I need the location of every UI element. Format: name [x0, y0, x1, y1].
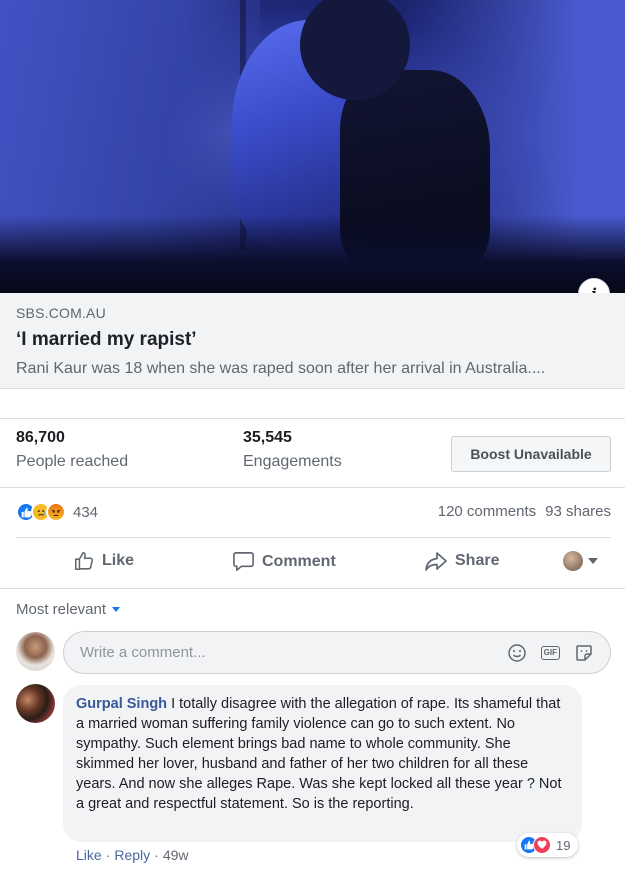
comment-placeholder: Write a comment...	[80, 644, 206, 661]
engagement-counts: 120 comments 93 shares	[438, 503, 611, 520]
comment-label: Comment	[262, 552, 336, 570]
link-preview-meta[interactable]: SBS.COM.AU ‘I married my rapist’ Rani Ka…	[0, 293, 625, 389]
sort-label: Most relevant	[16, 601, 107, 618]
comment-reactions[interactable]: 19	[517, 833, 579, 857]
reaction-summary[interactable]: 434	[16, 498, 98, 526]
like-button[interactable]: Like	[73, 550, 134, 572]
engagements-stat[interactable]: 35,545 Engagements	[243, 429, 342, 471]
sticker-icon[interactable]	[574, 643, 594, 663]
audience-selector[interactable]	[563, 551, 598, 571]
reach-label: People reached	[16, 453, 129, 470]
love-reaction-icon	[533, 836, 551, 854]
reach-stat[interactable]: 86,700 People reached	[16, 429, 128, 471]
gif-icon[interactable]: GIF	[540, 645, 560, 660]
comment-reply-link[interactable]: Reply	[114, 847, 150, 863]
engagements-label: Engagements	[243, 453, 342, 470]
share-icon	[425, 552, 447, 571]
link-description: Rani Kaur was 18 when she was raped soon…	[16, 360, 546, 377]
thumbs-up-icon	[74, 551, 93, 571]
comment-text: I totally disagree with the allegation o…	[76, 696, 562, 812]
reaction-count: 434	[73, 503, 99, 521]
like-label: Like	[102, 552, 135, 569]
profile-avatar-icon	[563, 551, 583, 571]
divider	[0, 487, 625, 488]
chevron-down-icon	[112, 607, 121, 612]
commenter-avatar[interactable]	[16, 684, 55, 723]
comment-icon	[233, 552, 254, 571]
comment-author[interactable]: Gurpal Singh	[76, 696, 167, 712]
engagements-value: 35,545	[243, 429, 292, 446]
separator: ·	[154, 847, 159, 863]
post-insights: 86,700 People reached 35,545 Engagements…	[0, 419, 625, 487]
link-title[interactable]: ‘I married my rapist’	[16, 329, 609, 351]
link-preview-image[interactable]	[0, 0, 625, 293]
emoji-icon[interactable]	[507, 643, 527, 663]
share-label: Share	[455, 552, 500, 569]
comment-input[interactable]: Write a comment... GIF	[63, 631, 611, 674]
shares-count[interactable]: 93 shares	[545, 503, 611, 520]
link-domain: SBS.COM.AU	[16, 305, 106, 321]
reach-value: 86,700	[16, 429, 65, 446]
share-button[interactable]: Share	[424, 550, 499, 572]
image-floor	[0, 215, 625, 293]
separator: ·	[105, 847, 111, 863]
comment-like-link[interactable]: Like	[76, 847, 102, 863]
divider	[0, 588, 625, 589]
comment-sort-dropdown[interactable]: Most relevant	[16, 601, 121, 618]
current-user-avatar[interactable]	[16, 632, 55, 671]
boost-button[interactable]: Boost Unavailable	[451, 436, 611, 472]
comments-count[interactable]: 120 comments	[438, 503, 536, 520]
comment-reaction-count: 19	[556, 837, 571, 853]
comment-age[interactable]: 49w	[163, 847, 189, 863]
comment-bubble: Gurpal Singh I totally disagree with the…	[63, 685, 582, 842]
angry-reaction-icon	[46, 502, 66, 522]
chevron-down-icon	[588, 558, 598, 564]
comment-actions: Like · Reply · 49w	[76, 847, 189, 863]
post-action-bar: Like Comment Share	[0, 538, 625, 588]
comment-button[interactable]: Comment	[232, 550, 336, 573]
